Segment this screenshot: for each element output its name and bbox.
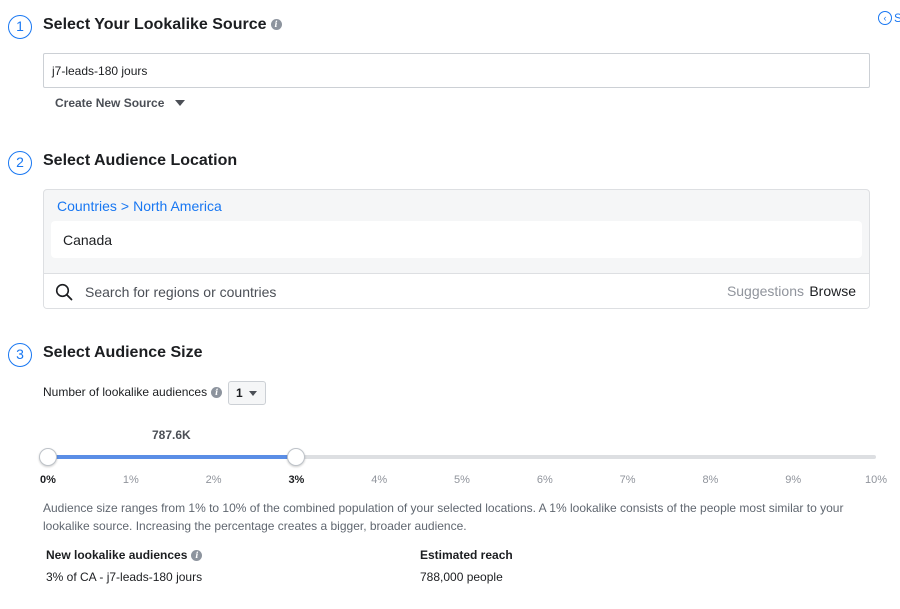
slider-start-handle[interactable]	[39, 448, 57, 466]
slider-tick-label: 0%	[40, 474, 56, 486]
new-audiences-header: New lookalike audiences i	[46, 548, 203, 562]
info-icon[interactable]: i	[191, 550, 203, 562]
estimated-reach-header: Estimated reach	[420, 548, 513, 562]
num-audiences-label: Number of lookalike audiences i	[43, 385, 223, 399]
estimated-reach-value: 788,000 people	[420, 570, 503, 584]
num-audiences-select[interactable]: 1	[228, 381, 266, 405]
chevron-left-icon: ‹	[878, 11, 892, 25]
slider-tick-label: 4%	[371, 474, 388, 486]
slider-end-handle[interactable]	[287, 448, 306, 466]
suggestions-link[interactable]: Suggestions	[727, 283, 804, 299]
audience-size-description: Audience size ranges from 1% to 10% of t…	[43, 501, 844, 533]
location-search-input[interactable]	[83, 274, 687, 308]
step-3-title: Select Audience Size	[43, 344, 203, 361]
create-new-source-button[interactable]: Create New Source	[55, 96, 186, 110]
top-right-link[interactable]: ‹ S	[878, 11, 900, 25]
new-audience-name: 3% of CA - j7-leads-180 jours	[46, 570, 203, 584]
step-1-title-text: Select Your Lookalike Source	[43, 16, 267, 33]
num-audiences-value: 1	[236, 386, 243, 400]
slider-tick-label: 3%	[288, 474, 305, 486]
breadcrumb-separator: >	[120, 198, 130, 214]
breadcrumb-north-america[interactable]: North America	[133, 198, 222, 214]
slider-tick-label: 10%	[864, 474, 887, 486]
slider-tick-label: 6%	[536, 474, 553, 486]
slider-tick-label: 8%	[702, 474, 719, 486]
info-icon[interactable]: i	[211, 387, 223, 399]
location-search-row: Suggestions Browse	[44, 273, 869, 308]
selected-country[interactable]: Canada	[51, 221, 862, 258]
caret-down-icon	[248, 390, 257, 396]
location-breadcrumb: Countries > North America	[57, 198, 222, 214]
slider-tick-label: 1%	[122, 474, 139, 486]
top-right-link-label: S	[894, 11, 900, 25]
search-icon	[55, 283, 73, 306]
step-2-title: Select Audience Location	[43, 152, 238, 169]
browse-link[interactable]: Browse	[809, 283, 856, 299]
num-audiences-label-text: Number of lookalike audiences	[43, 385, 208, 399]
slider-reach-label: 787.6K	[152, 428, 191, 442]
step-1-title: Select Your Lookalike Source i	[43, 16, 282, 34]
step-3-indicator: 3	[8, 343, 32, 367]
step-2-indicator: 2	[8, 151, 32, 175]
step-1-indicator: 1	[8, 15, 32, 39]
info-icon[interactable]: i	[270, 19, 282, 31]
create-new-source-label: Create New Source	[55, 96, 165, 110]
slider-tick-label: 7%	[619, 474, 636, 486]
new-audiences-header-text: New lookalike audiences	[46, 548, 188, 562]
breadcrumb-countries[interactable]: Countries	[57, 198, 117, 214]
lookalike-source-field[interactable]: j7-leads-180 jours	[43, 53, 870, 88]
slider-tick-label: 5%	[454, 474, 470, 486]
slider-tick-label: 2%	[205, 474, 222, 486]
slider-range-fill	[48, 455, 297, 459]
slider-tick-label: 9%	[785, 474, 802, 486]
caret-down-icon	[175, 100, 186, 106]
location-box: Countries>North America Canada Suggestio…	[43, 189, 870, 309]
